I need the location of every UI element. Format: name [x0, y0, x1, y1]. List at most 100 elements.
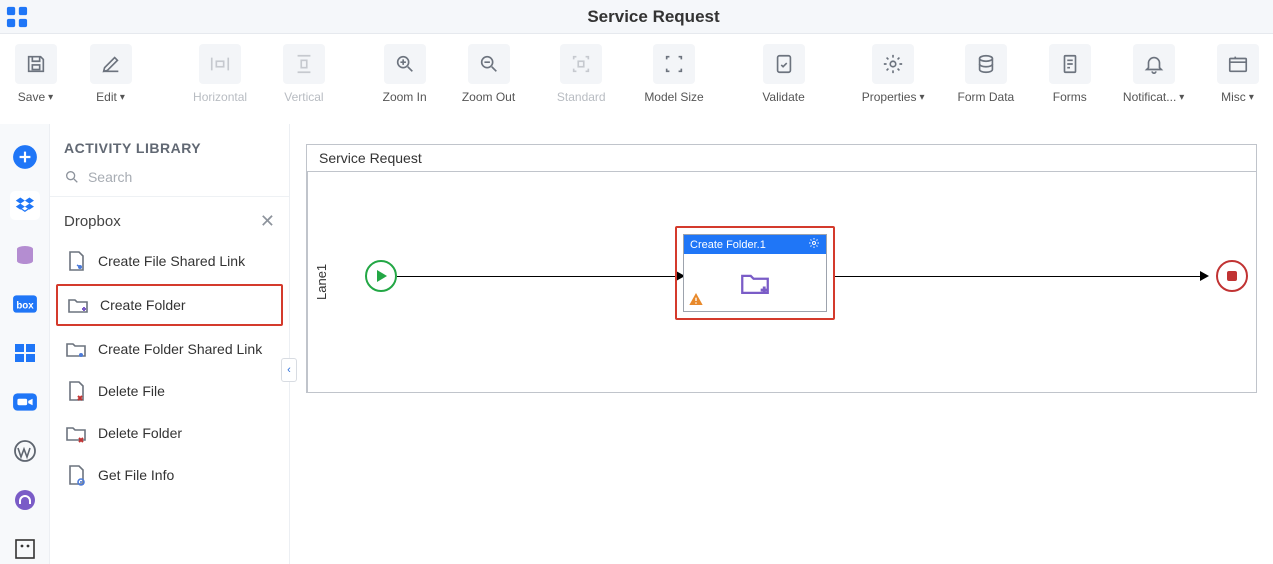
validate-button[interactable]: Validate — [748, 44, 819, 104]
lib-item-label: Create Folder Shared Link — [98, 341, 262, 357]
misc-icon — [1217, 44, 1259, 84]
chevron-down-icon: ▾ — [1179, 92, 1184, 103]
start-node[interactable] — [365, 260, 397, 292]
validate-label: Validate — [762, 90, 804, 104]
forms-label: Forms — [1053, 90, 1087, 104]
zoom-out-button[interactable]: Zoom Out — [444, 44, 533, 104]
end-node[interactable] — [1216, 260, 1248, 292]
model-size-label: Model Size — [644, 90, 703, 104]
flow-connector[interactable] — [835, 276, 1205, 277]
edit-button[interactable]: Edit▾ — [75, 44, 146, 104]
gear-icon[interactable] — [808, 237, 820, 252]
chevron-down-icon: ▾ — [48, 92, 53, 103]
chevron-down-icon: ▾ — [1249, 92, 1254, 103]
dropbox-icon[interactable] — [10, 191, 40, 220]
horizontal-label: Horizontal — [193, 90, 247, 104]
flow-connector[interactable] — [397, 276, 679, 277]
chevron-down-icon: ▾ — [919, 92, 924, 103]
more-icon[interactable] — [10, 535, 40, 564]
model-size-icon — [653, 44, 695, 84]
vertical-label: Vertical — [284, 90, 323, 104]
horizontal-icon — [199, 44, 241, 84]
properties-icon — [872, 44, 914, 84]
edit-label: Edit — [96, 90, 117, 104]
box-icon[interactable]: box — [10, 289, 40, 318]
group-label: Dropbox — [64, 213, 121, 230]
zoom-app-icon[interactable] — [10, 388, 40, 417]
file-link-icon — [64, 249, 88, 273]
windows-icon[interactable] — [10, 338, 40, 367]
save-button[interactable]: Save▾ — [0, 44, 71, 104]
page-title: Service Request — [34, 7, 1273, 27]
misc-button[interactable]: Misc▾ — [1202, 44, 1273, 104]
folder-delete-icon — [64, 421, 88, 445]
zoom-in-label: Zoom In — [383, 90, 427, 104]
top-bar: Service Request — [0, 0, 1273, 34]
horizontal-button[interactable]: Horizontal — [176, 44, 265, 104]
zoom-out-icon — [468, 44, 510, 84]
activity-header[interactable]: Create Folder.1 — [684, 235, 826, 254]
properties-label: Properties — [862, 90, 917, 104]
save-icon — [15, 44, 57, 84]
vertical-button[interactable]: Vertical — [268, 44, 339, 104]
app-logo-icon[interactable] — [0, 0, 34, 34]
lane-label[interactable]: Lane1 — [307, 172, 335, 392]
lib-item-create-file-shared-link[interactable]: Create File Shared Link — [50, 240, 289, 282]
forms-icon — [1049, 44, 1091, 84]
standard-icon — [560, 44, 602, 84]
lib-item-create-folder-shared-link[interactable]: Create Folder Shared Link — [50, 328, 289, 370]
bell-icon — [1133, 44, 1175, 84]
zoom-in-button[interactable]: Zoom In — [369, 44, 440, 104]
save-label: Save — [18, 90, 45, 104]
lane-title: Service Request — [307, 145, 1256, 172]
lib-item-get-file-info[interactable]: Get File Info — [50, 454, 289, 496]
stop-icon — [1227, 271, 1237, 281]
model-size-button[interactable]: Model Size — [630, 44, 719, 104]
lane-content[interactable]: Create Folder.1 — [335, 172, 1256, 392]
zoom-out-label: Zoom Out — [462, 90, 515, 104]
standard-button[interactable]: Standard — [537, 44, 626, 104]
validate-icon — [763, 44, 805, 84]
forms-button[interactable]: Forms — [1034, 44, 1105, 104]
close-icon[interactable]: ✕ — [260, 211, 275, 232]
database-icon[interactable] — [10, 240, 40, 269]
play-icon — [377, 270, 387, 282]
lib-item-delete-file[interactable]: Delete File — [50, 370, 289, 412]
headset-icon[interactable] — [10, 486, 40, 515]
notifications-button[interactable]: Notificat...▾ — [1109, 44, 1198, 104]
file-delete-icon — [64, 379, 88, 403]
activity-node-create-folder[interactable]: Create Folder.1 — [675, 226, 835, 320]
form-data-label: Form Data — [958, 90, 1015, 104]
vertical-icon — [283, 44, 325, 84]
form-data-button[interactable]: Form Data — [942, 44, 1031, 104]
library-heading: ACTIVITY LIBRARY — [50, 124, 289, 164]
search-input[interactable] — [88, 169, 275, 185]
lib-item-label: Create Folder — [100, 297, 186, 313]
file-info-icon — [64, 463, 88, 487]
lib-item-label: Get File Info — [98, 467, 174, 483]
lib-item-delete-folder[interactable]: Delete Folder — [50, 412, 289, 454]
lane-container: Service Request Lane1 Create Folder.1 — [306, 144, 1257, 393]
zoom-in-icon — [384, 44, 426, 84]
wordpress-icon[interactable] — [10, 437, 40, 466]
lib-item-label: Delete File — [98, 383, 165, 399]
left-rail: box — [0, 124, 50, 564]
activity-name: Create Folder.1 — [690, 239, 766, 251]
search-icon — [64, 168, 80, 186]
notifications-label: Notificat... — [1123, 90, 1176, 104]
canvas[interactable]: Service Request Lane1 Create Folder.1 — [290, 124, 1273, 564]
add-circle-icon[interactable] — [10, 142, 40, 171]
lib-item-create-folder[interactable]: Create Folder — [56, 284, 283, 326]
lib-item-label: Create File Shared Link — [98, 253, 245, 269]
library-group-header[interactable]: Dropbox ✕ — [50, 203, 289, 240]
lib-item-label: Delete Folder — [98, 425, 182, 441]
search-row[interactable] — [50, 164, 289, 197]
arrowhead-icon — [1200, 271, 1209, 281]
form-data-icon — [965, 44, 1007, 84]
warning-icon — [688, 291, 704, 307]
properties-button[interactable]: Properties▾ — [849, 44, 938, 104]
folder-plus-large-icon — [735, 266, 775, 300]
folder-plus-icon — [66, 293, 90, 317]
misc-label: Misc — [1221, 90, 1246, 104]
edit-icon — [90, 44, 132, 84]
